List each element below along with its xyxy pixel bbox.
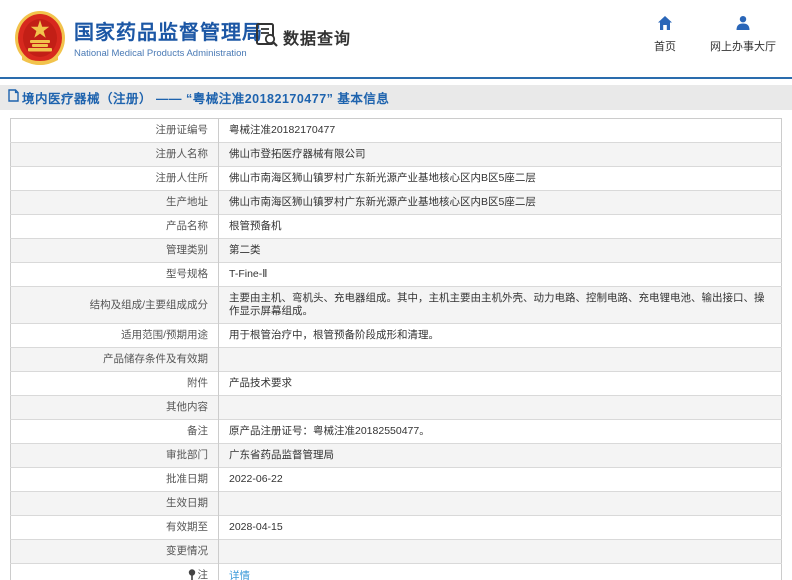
note-label-text: 注 <box>198 569 209 580</box>
table-row: 备注原产品注册证号：粤械注准20182550477。 <box>11 420 782 444</box>
home-icon <box>626 14 704 34</box>
pin-icon <box>188 569 196 580</box>
table-row: 有效期至2028-04-15 <box>11 516 782 540</box>
row-value: 佛山市南海区狮山镇罗村广东新光源产业基地核心区内B区5座二层 <box>219 191 782 215</box>
data-query-label: 数据查询 <box>283 25 351 49</box>
table-row: 附件产品技术要求 <box>11 372 782 396</box>
row-value: 佛山市南海区狮山镇罗村广东新光源产业基地核心区内B区5座二层 <box>219 167 782 191</box>
table-row: 生产地址佛山市南海区狮山镇罗村广东新光源产业基地核心区内B区5座二层 <box>11 191 782 215</box>
row-value <box>219 396 782 420</box>
row-value: T-Fine-Ⅱ <box>219 263 782 287</box>
row-label: 有效期至 <box>11 516 219 540</box>
table-row: 变更情况 <box>11 540 782 564</box>
table-row: 产品名称根管预备机 <box>11 215 782 239</box>
row-value <box>219 348 782 372</box>
row-value: 2022-06-22 <box>219 468 782 492</box>
table-row: 生效日期 <box>11 492 782 516</box>
row-value: 主要由主机、弯机头、充电器组成。其中，主机主要由主机外壳、动力电路、控制电路、充… <box>219 287 782 324</box>
row-label: 注册证编号 <box>11 119 219 143</box>
agency-name-cn: 国家药品监督管理局 <box>74 21 263 45</box>
row-value <box>219 492 782 516</box>
brand: 国家药品监督管理局 National Medical Products Admi… <box>14 10 263 71</box>
table-row: 产品储存条件及有效期 <box>11 348 782 372</box>
registration-info-table: 注册证编号粤械注准20182170477 注册人名称佛山市登拓医疗器械有限公司 … <box>10 118 782 580</box>
row-value: 产品技术要求 <box>219 372 782 396</box>
row-label: 注 <box>11 564 219 580</box>
document-search-icon <box>254 22 279 52</box>
row-label: 产品储存条件及有效期 <box>11 348 219 372</box>
row-label: 生产地址 <box>11 191 219 215</box>
brand-text: 国家药品监督管理局 National Medical Products Admi… <box>74 21 263 60</box>
row-label: 审批部门 <box>11 444 219 468</box>
person-icon <box>704 14 782 34</box>
row-label: 产品名称 <box>11 215 219 239</box>
nav-home[interactable]: 首页 <box>626 14 704 54</box>
row-label: 批准日期 <box>11 468 219 492</box>
table-row: 其他内容 <box>11 396 782 420</box>
table-row: 审批部门广东省药品监督管理局 <box>11 444 782 468</box>
row-value: 第二类 <box>219 239 782 263</box>
row-label: 备注 <box>11 420 219 444</box>
row-label: 型号规格 <box>11 263 219 287</box>
row-label: 附件 <box>11 372 219 396</box>
table-row: 批准日期2022-06-22 <box>11 468 782 492</box>
table-row: 型号规格T-Fine-Ⅱ <box>11 263 782 287</box>
page-title: 境内医疗器械（注册） —— “粤械注准20182170477” 基本信息 <box>22 88 389 107</box>
details-link[interactable]: 详情 <box>229 570 250 580</box>
row-value: 佛山市登拓医疗器械有限公司 <box>219 143 782 167</box>
table-row: 适用范围/预期用途用于根管治疗中，根管预备阶段成形和清理。 <box>11 324 782 348</box>
nav-online-hall[interactable]: 网上办事大厅 <box>704 14 782 54</box>
row-value <box>219 540 782 564</box>
national-emblem-logo <box>14 10 66 71</box>
row-value: 2028-04-15 <box>219 516 782 540</box>
table-row: 注 详情 <box>11 564 782 580</box>
row-value: 详情 <box>219 564 782 580</box>
table-row: 注册人住所佛山市南海区狮山镇罗村广东新光源产业基地核心区内B区5座二层 <box>11 167 782 191</box>
row-value: 粤械注准20182170477 <box>219 119 782 143</box>
page-icon <box>8 89 22 107</box>
row-label: 管理类别 <box>11 239 219 263</box>
table-row: 注册人名称佛山市登拓医疗器械有限公司 <box>11 143 782 167</box>
row-label: 变更情况 <box>11 540 219 564</box>
nav-online-hall-label: 网上办事大厅 <box>704 38 782 54</box>
breadcrumb: 境内医疗器械（注册） —— “粤械注准20182170477” 基本信息 <box>0 85 792 110</box>
table-row: 管理类别第二类 <box>11 239 782 263</box>
row-value: 用于根管治疗中，根管预备阶段成形和清理。 <box>219 324 782 348</box>
header-divider <box>0 77 792 79</box>
top-nav: 首页 网上办事大厅 <box>626 14 782 54</box>
row-label: 适用范围/预期用途 <box>11 324 219 348</box>
row-label: 结构及组成/主要组成成分 <box>11 287 219 324</box>
site-header: 国家药品监督管理局 National Medical Products Admi… <box>0 0 792 77</box>
nav-home-label: 首页 <box>626 38 704 54</box>
row-value: 原产品注册证号：粤械注准20182550477。 <box>219 420 782 444</box>
table-row: 结构及组成/主要组成成分主要由主机、弯机头、充电器组成。其中，主机主要由主机外壳… <box>11 287 782 324</box>
row-value: 广东省药品监督管理局 <box>219 444 782 468</box>
table-row: 注册证编号粤械注准20182170477 <box>11 119 782 143</box>
row-label: 生效日期 <box>11 492 219 516</box>
row-label: 注册人住所 <box>11 167 219 191</box>
agency-name-en: National Medical Products Administration <box>74 47 263 60</box>
data-query-section[interactable]: 数据查询 <box>254 22 351 52</box>
row-value: 根管预备机 <box>219 215 782 239</box>
row-label: 其他内容 <box>11 396 219 420</box>
row-label: 注册人名称 <box>11 143 219 167</box>
